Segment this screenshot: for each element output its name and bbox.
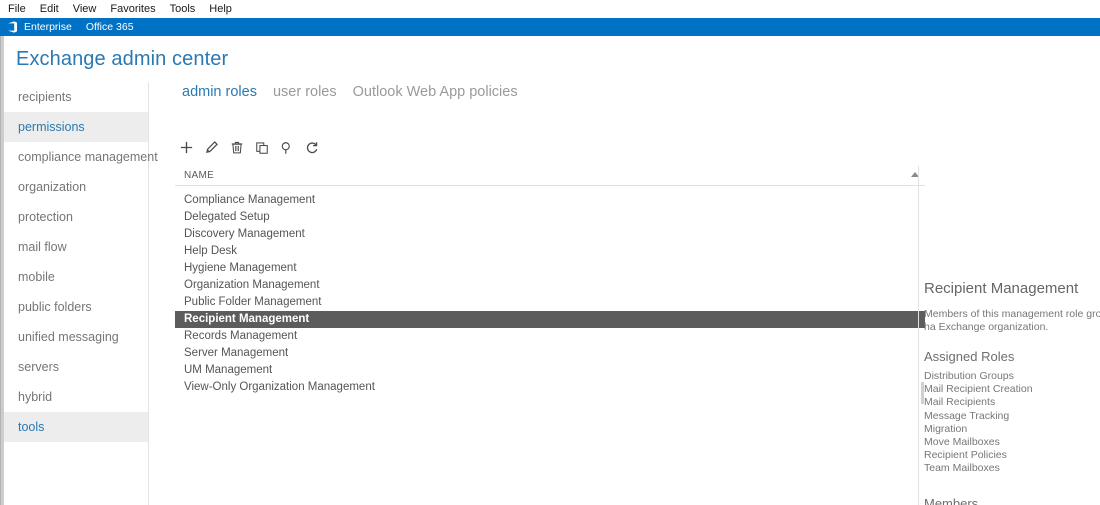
table-row[interactable]: Compliance Management (175, 192, 925, 209)
table-row[interactable]: Discovery Management (175, 226, 925, 243)
sidebar-item-unified-messaging[interactable]: unified messaging (4, 322, 148, 352)
members-heading: Members (924, 496, 979, 505)
pane-divider (918, 166, 919, 505)
office365-suite-bar: Enterprise Office 365 (0, 18, 1100, 36)
details-pane: Recipient Management Members of this man… (924, 166, 1100, 505)
tab-user-roles[interactable]: user roles (273, 84, 337, 100)
assigned-roles-list: Distribution Groups Mail Recipient Creat… (924, 370, 1100, 476)
table-row[interactable]: Public Folder Management (175, 294, 925, 311)
sidebar: recipients permissions compliance manage… (4, 82, 158, 505)
list-item: Move Mailboxes (924, 436, 1000, 449)
copy-button[interactable] (253, 139, 270, 156)
list-column-header-name[interactable]: NAME (175, 166, 925, 186)
delete-button[interactable] (228, 139, 245, 156)
menu-item-edit[interactable]: Edit (40, 0, 59, 18)
list-body: Compliance Management Delegated Setup Di… (175, 186, 925, 396)
sidebar-item-servers[interactable]: servers (4, 352, 148, 382)
sidebar-item-recipients[interactable]: recipients (4, 82, 148, 112)
list-item: Mail Recipients (924, 396, 996, 409)
browser-menu-bar: File Edit View Favorites Tools Help (0, 0, 1100, 18)
sidebar-item-organization[interactable]: organization (4, 172, 148, 202)
search-button[interactable] (278, 139, 295, 156)
sidebar-item-public-folders[interactable]: public folders (4, 292, 148, 322)
sidebar-item-permissions[interactable]: permissions (4, 112, 148, 142)
sidebar-item-mobile[interactable]: mobile (4, 262, 148, 292)
table-row[interactable]: Records Management (175, 328, 925, 345)
table-row[interactable]: Delegated Setup (175, 209, 925, 226)
menu-item-help[interactable]: Help (209, 0, 232, 18)
assigned-roles-heading: Assigned Roles (924, 349, 1015, 364)
sidebar-item-mail-flow[interactable]: mail flow (4, 232, 148, 262)
table-row[interactable]: Help Desk (175, 243, 925, 260)
table-row[interactable]: Hygiene Management (175, 260, 925, 277)
tab-admin-roles[interactable]: admin roles (182, 84, 257, 100)
list-item: Team Mailboxes (924, 462, 1000, 475)
list-item: Migration (924, 422, 968, 435)
menu-item-file[interactable]: File (8, 0, 26, 18)
table-row[interactable]: UM Management (175, 362, 925, 379)
office-logo-icon[interactable] (0, 18, 24, 36)
suite-link-enterprise[interactable]: Enterprise (24, 18, 72, 36)
add-button[interactable] (178, 139, 195, 156)
tab-outlook-web-app-policies[interactable]: Outlook Web App policies (353, 84, 518, 100)
content-pane: admin roles user roles Outlook Web App p… (150, 82, 1100, 505)
tab-bar: admin roles user roles Outlook Web App p… (182, 84, 534, 100)
column-header-label: NAME (184, 170, 215, 181)
suite-link-office365[interactable]: Office 365 (86, 18, 134, 36)
role-group-list: NAME Compliance Management Delegated Set… (175, 166, 925, 505)
sidebar-item-compliance-management[interactable]: compliance management (4, 142, 158, 172)
table-row[interactable]: Organization Management (175, 277, 925, 294)
menu-item-view[interactable]: View (73, 0, 97, 18)
edit-button[interactable] (203, 139, 220, 156)
details-title: Recipient Management (924, 280, 1079, 297)
list-item: Recipient Policies (924, 449, 1007, 462)
sidebar-item-hybrid[interactable]: hybrid (4, 382, 148, 412)
list-item: Message Tracking (924, 409, 1010, 422)
list-item: Mail Recipient Creation (924, 383, 1033, 396)
details-description: Members of this management role group ha… (924, 308, 1100, 333)
table-row[interactable]: Server Management (175, 345, 925, 362)
sidebar-item-protection[interactable]: protection (4, 202, 148, 232)
sidebar-item-tools[interactable]: tools (4, 412, 148, 442)
list-item: Distribution Groups (924, 370, 1014, 382)
table-row-selected[interactable]: Recipient Management (175, 311, 925, 328)
menu-item-favorites[interactable]: Favorites (110, 0, 155, 18)
command-toolbar (178, 139, 320, 156)
table-row[interactable]: View-Only Organization Management (175, 379, 925, 396)
refresh-button[interactable] (303, 139, 320, 156)
page-title: Exchange admin center (16, 48, 229, 70)
menu-item-tools[interactable]: Tools (170, 0, 196, 18)
